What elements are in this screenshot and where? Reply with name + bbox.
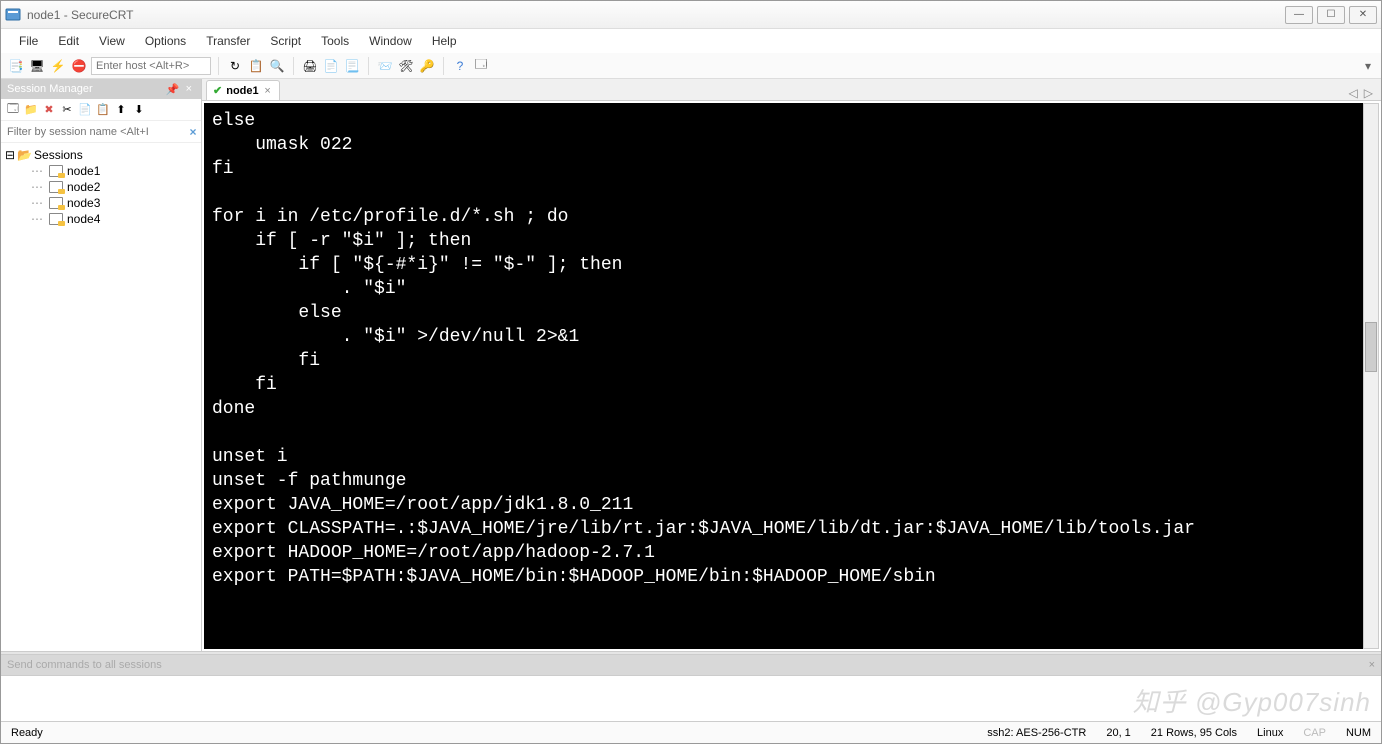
menu-options[interactable]: Options xyxy=(137,32,194,50)
status-cipher: ssh2: AES-256-CTR xyxy=(987,727,1086,739)
session-filter: × xyxy=(1,121,201,143)
command-bar-close-icon[interactable]: × xyxy=(1369,659,1375,671)
session-label: node4 xyxy=(67,212,100,226)
menu-tools[interactable]: Tools xyxy=(313,32,357,50)
vertical-scrollbar[interactable] xyxy=(1363,103,1379,649)
status-bar: Ready ssh2: AES-256-CTR 20, 1 21 Rows, 9… xyxy=(1,721,1381,743)
send-icon[interactable]: 📨 xyxy=(376,57,394,75)
toolbar-overflow-icon[interactable]: ▾ xyxy=(1361,59,1375,73)
session-filter-input[interactable] xyxy=(1,126,185,138)
tab-close-icon[interactable]: × xyxy=(263,85,273,97)
session-manager-toolbar: 🗔 📁 ✖ ✂ 📄 📋 ⬆ ⬇ xyxy=(1,99,201,121)
session-icon xyxy=(49,213,63,225)
tab-node1[interactable]: ✔ node1 × xyxy=(206,80,280,100)
disconnect-icon[interactable]: ⛔ xyxy=(70,57,88,75)
properties-icon[interactable]: 📃 xyxy=(343,57,361,75)
pin-icon[interactable]: 📌 xyxy=(163,83,183,96)
maximize-button[interactable]: ☐ xyxy=(1317,6,1345,24)
session-node2[interactable]: ⋯node2 xyxy=(3,179,199,195)
menubar: File Edit View Options Transfer Script T… xyxy=(1,29,1381,53)
cut-icon[interactable]: ✂ xyxy=(59,102,75,118)
session-node4[interactable]: ⋯node4 xyxy=(3,211,199,227)
tab-next-icon[interactable]: ▷ xyxy=(1364,86,1373,100)
status-ready: Ready xyxy=(11,727,43,739)
tools-icon[interactable]: 🛠 xyxy=(397,57,415,75)
panel-close-icon[interactable]: × xyxy=(183,83,195,95)
session-label: node3 xyxy=(67,196,100,210)
status-os: Linux xyxy=(1257,727,1283,739)
new-session-icon[interactable]: 🗔 xyxy=(5,102,21,118)
command-bar-label: Send commands to all sessions xyxy=(7,659,162,671)
options-icon[interactable]: 📄 xyxy=(322,57,340,75)
quick-connect-icon[interactable]: ⚡ xyxy=(49,57,67,75)
app-icon xyxy=(5,7,21,23)
tab-bar: ✔ node1 × ◁ ▷ xyxy=(202,79,1381,101)
terminal[interactable]: else umask 022 fi for i in /etc/profile.… xyxy=(204,103,1363,649)
copy-session-icon[interactable]: 📄 xyxy=(77,102,93,118)
menu-view[interactable]: View xyxy=(91,32,133,50)
session-label: node1 xyxy=(67,164,100,178)
key-icon[interactable]: 🔑 xyxy=(418,57,436,75)
up-icon[interactable]: ⬆ xyxy=(113,102,129,118)
watermark: 知乎 @Gyp007sinh xyxy=(1133,682,1371,719)
print-icon[interactable]: 🖨 xyxy=(301,57,319,75)
session-icon xyxy=(49,197,63,209)
session-label: node2 xyxy=(67,180,100,194)
menu-transfer[interactable]: Transfer xyxy=(198,32,258,50)
window-title: node1 - SecureCRT xyxy=(27,8,1285,22)
toolbar-separator-2 xyxy=(293,57,294,75)
tree-root-sessions[interactable]: ⊟ 📂 Sessions xyxy=(3,147,199,163)
command-input[interactable]: 知乎 @Gyp007sinh xyxy=(1,675,1381,721)
menu-edit[interactable]: Edit xyxy=(50,32,87,50)
connected-icon: ✔ xyxy=(213,84,222,97)
status-capslock: CAP xyxy=(1303,727,1326,739)
folder-icon: 📂 xyxy=(17,148,32,162)
menu-file[interactable]: File xyxy=(11,32,46,50)
filter-clear-icon[interactable]: × xyxy=(185,125,201,139)
toolbar-separator xyxy=(218,57,219,75)
session-node1[interactable]: ⋯node1 xyxy=(3,163,199,179)
status-size: 21 Rows, 95 Cols xyxy=(1151,727,1237,739)
main-toolbar: 📑 🖥 ⚡ ⛔ ↻ 📋 🔍 🖨 📄 📃 📨 🛠 🔑 ? 🗔 ▾ xyxy=(1,53,1381,79)
session-node3[interactable]: ⋯node3 xyxy=(3,195,199,211)
titlebar: node1 - SecureCRT — ☐ ✕ xyxy=(1,1,1381,29)
scrollbar-thumb[interactable] xyxy=(1365,322,1377,372)
host-input[interactable] xyxy=(91,57,211,75)
connect-icon[interactable]: 🖥 xyxy=(28,57,46,75)
session-manager-icon[interactable]: 📑 xyxy=(7,57,25,75)
down-icon[interactable]: ⬇ xyxy=(131,102,147,118)
main-area: ✔ node1 × ◁ ▷ else umask 022 fi for i in… xyxy=(202,79,1381,651)
session-tree: ⊟ 📂 Sessions ⋯node1 ⋯node2 ⋯node3 ⋯node4 xyxy=(1,143,201,651)
about-icon[interactable]: 🗔 xyxy=(472,57,490,75)
minimize-button[interactable]: — xyxy=(1285,6,1313,24)
close-button[interactable]: ✕ xyxy=(1349,6,1377,24)
app-window: node1 - SecureCRT — ☐ ✕ File Edit View O… xyxy=(0,0,1382,744)
paste-icon[interactable]: 📋 xyxy=(95,102,111,118)
terminal-container: else umask 022 fi for i in /etc/profile.… xyxy=(204,103,1363,649)
toolbar-separator-4 xyxy=(443,57,444,75)
menu-script[interactable]: Script xyxy=(262,32,309,50)
tab-prev-icon[interactable]: ◁ xyxy=(1349,86,1358,100)
help-icon[interactable]: ? xyxy=(451,57,469,75)
session-manager-title: Session Manager xyxy=(7,83,93,95)
session-icon xyxy=(49,181,63,193)
find-icon[interactable]: 🔍 xyxy=(268,57,286,75)
menu-help[interactable]: Help xyxy=(424,32,465,50)
session-manager-panel: Session Manager 📌 × 🗔 📁 ✖ ✂ 📄 📋 ⬆ ⬇ × xyxy=(1,79,202,651)
menu-window[interactable]: Window xyxy=(361,32,420,50)
command-bar: Send commands to all sessions × xyxy=(1,655,1381,675)
status-numlock: NUM xyxy=(1346,727,1371,739)
reconnect-icon[interactable]: ↻ xyxy=(226,57,244,75)
new-folder-icon[interactable]: 📁 xyxy=(23,102,39,118)
session-manager-header: Session Manager 📌 × xyxy=(1,79,201,99)
delete-icon[interactable]: ✖ xyxy=(41,102,57,118)
status-cursor-pos: 20, 1 xyxy=(1106,727,1130,739)
session-icon xyxy=(49,165,63,177)
tree-root-label: Sessions xyxy=(34,148,83,162)
copy-icon[interactable]: 📋 xyxy=(247,57,265,75)
tab-label: node1 xyxy=(226,85,258,97)
toolbar-separator-3 xyxy=(368,57,369,75)
collapse-icon[interactable]: ⊟ xyxy=(5,148,15,162)
